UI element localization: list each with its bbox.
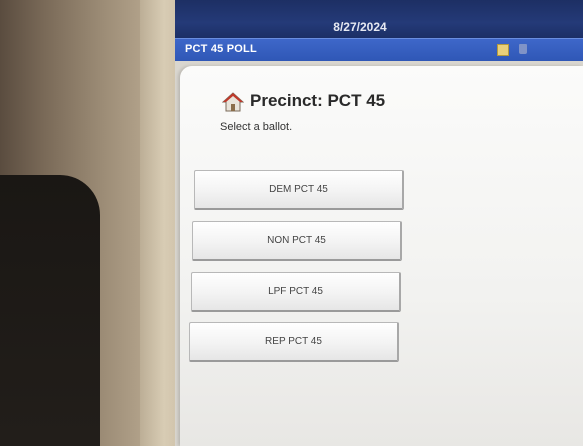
trash-icon[interactable] <box>519 44 527 54</box>
date-label: 8/27/2024 <box>333 20 387 34</box>
kiosk-bezel-edge <box>140 0 180 446</box>
ballot-button-non[interactable]: NON PCT 45 <box>192 221 402 261</box>
ballot-button-rep[interactable]: REP PCT 45 <box>189 322 399 362</box>
window-title-bar: PCT 45 POLL <box>175 38 583 61</box>
ballot-selection-panel: Precinct: PCT 45 Select a ballot. DEM PC… <box>180 66 583 446</box>
house-icon <box>222 92 244 112</box>
note-icon[interactable] <box>497 44 509 56</box>
kiosk-stand <box>0 175 100 446</box>
instruction-text: Select a ballot. <box>220 121 293 133</box>
window-title: PCT 45 POLL <box>185 43 257 55</box>
page-title: Precinct: PCT 45 <box>250 91 386 110</box>
ballot-button-dem[interactable]: DEM PCT 45 <box>194 170 404 210</box>
ballot-button-lpf[interactable]: LPF PCT 45 <box>191 272 401 312</box>
